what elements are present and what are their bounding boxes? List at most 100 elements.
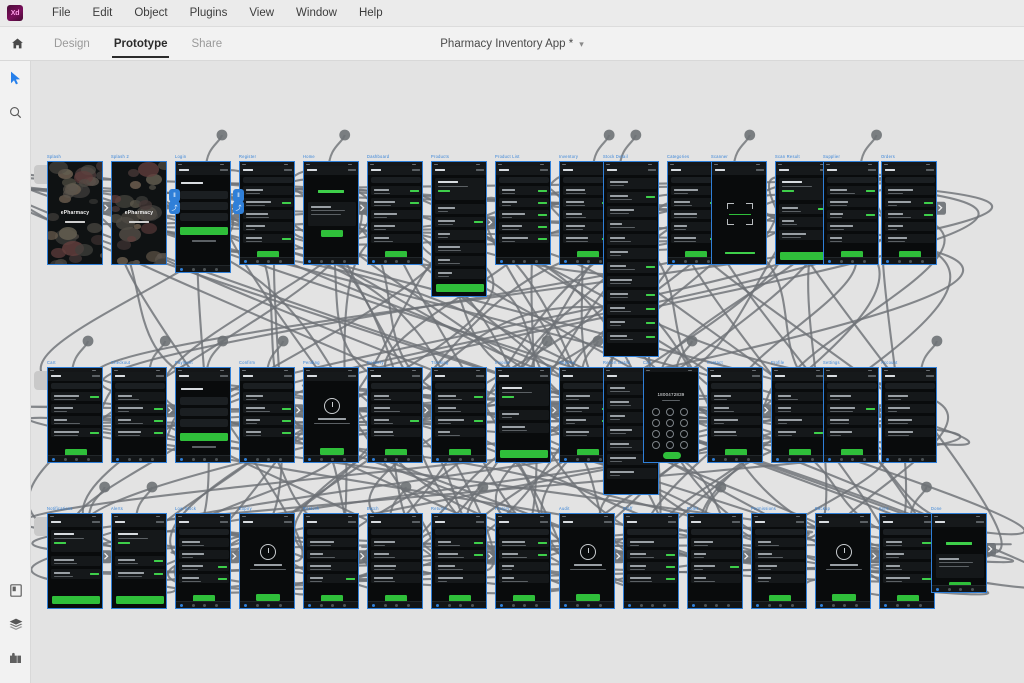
artboard-label[interactable]: Report Detail	[603, 360, 630, 366]
artboard[interactable]	[687, 513, 743, 609]
artboard-label[interactable]: Register	[239, 154, 256, 160]
menu-item-plugins[interactable]: Plugins	[179, 0, 239, 27]
artboard[interactable]	[771, 367, 827, 463]
artboard-label[interactable]: Alerts	[111, 506, 123, 512]
artboard[interactable]	[47, 513, 103, 609]
artboard[interactable]: ePharmacy	[111, 161, 167, 265]
artboard[interactable]	[623, 513, 679, 609]
artboard-label[interactable]: Scan Result	[775, 154, 800, 160]
artboard-label[interactable]: Settings	[823, 360, 840, 366]
artboard-label[interactable]: Contact	[707, 360, 723, 366]
artboard[interactable]	[559, 513, 615, 609]
tab-design[interactable]: Design	[42, 27, 102, 61]
assets-panel-button[interactable]	[0, 573, 31, 607]
artboard[interactable]	[303, 367, 359, 463]
chevron-down-icon[interactable]: ▾	[579, 39, 584, 50]
artboard[interactable]	[303, 161, 359, 265]
artboard-label[interactable]: Delivery	[367, 360, 384, 366]
prototype-canvas[interactable]: Splash ePharmacy Splash 2 ePharmacy Login Reg…	[31, 61, 1024, 683]
artboard[interactable]	[711, 161, 767, 265]
home-icon[interactable]	[0, 27, 34, 61]
layers-panel-button[interactable]	[0, 607, 31, 641]
artboard[interactable]	[111, 513, 167, 609]
artboard-label[interactable]: Staff	[623, 506, 633, 512]
artboard[interactable]	[495, 367, 551, 463]
artboard[interactable]	[751, 513, 807, 609]
artboard[interactable]	[823, 367, 879, 463]
artboard-label[interactable]: Roles	[687, 506, 699, 512]
artboard[interactable]	[431, 367, 487, 463]
plugins-panel-button[interactable]	[0, 641, 31, 675]
artboard-label[interactable]: Dashboard	[367, 154, 389, 160]
artboard-label[interactable]: Payment	[175, 360, 193, 366]
artboard-label[interactable]: Login	[175, 154, 186, 160]
menu-item-view[interactable]: View	[238, 0, 285, 27]
artboard[interactable]	[495, 513, 551, 609]
tab-prototype[interactable]: Prototype	[102, 27, 180, 61]
artboard[interactable]	[239, 513, 295, 609]
artboard-label[interactable]: Pending	[303, 360, 320, 366]
artboard-label[interactable]: Splash 2	[111, 154, 129, 160]
artboard[interactable]	[367, 513, 423, 609]
artboard[interactable]	[931, 513, 987, 593]
artboard-label[interactable]: Splash	[47, 154, 61, 160]
artboard-label[interactable]: Expiry	[239, 506, 252, 512]
artboard[interactable]	[431, 161, 487, 297]
artboard[interactable]: ePharmacy	[47, 161, 103, 265]
artboard-label[interactable]: Inventory	[559, 154, 578, 160]
artboard-label[interactable]: Permissions	[751, 506, 776, 512]
artboard[interactable]	[367, 367, 423, 463]
zoom-tool[interactable]	[0, 95, 31, 129]
artboard[interactable]	[879, 513, 935, 609]
artboard[interactable]	[495, 161, 551, 265]
artboard-label[interactable]: Categories	[667, 154, 689, 160]
artboard-label[interactable]: Sync	[879, 506, 889, 512]
artboard-label[interactable]: Scanner	[711, 154, 728, 160]
artboard-label[interactable]: Reports	[559, 360, 575, 366]
artboard[interactable]	[603, 161, 659, 357]
artboard[interactable]	[707, 367, 763, 463]
artboard-label[interactable]: Profile	[771, 360, 784, 366]
artboard[interactable]	[175, 513, 231, 609]
adobe-xd-logo-icon[interactable]: Xd	[7, 5, 23, 21]
artboard[interactable]	[881, 161, 937, 265]
artboard-label[interactable]: Batch	[367, 506, 379, 512]
splash-connector-badge[interactable]: ⤴	[169, 201, 180, 214]
artboard[interactable]	[303, 513, 359, 609]
artboard[interactable]	[239, 367, 295, 463]
artboard-label[interactable]: Account	[881, 360, 898, 366]
artboard-label[interactable]: Returns	[431, 506, 447, 512]
artboard-label[interactable]: Stock Detail	[603, 154, 628, 160]
artboard-label[interactable]: History	[495, 506, 510, 512]
menu-item-object[interactable]: Object	[123, 0, 178, 27]
splash-connector-badge[interactable]: ⤴	[233, 201, 244, 214]
menu-item-help[interactable]: Help	[348, 0, 394, 27]
artboard-label[interactable]: Cart	[47, 360, 56, 366]
artboard-label[interactable]: Tracking	[431, 360, 449, 366]
tab-share[interactable]: Share	[179, 27, 234, 61]
artboard[interactable]	[823, 161, 879, 265]
artboard[interactable]	[47, 367, 103, 463]
artboard[interactable]	[175, 161, 231, 273]
artboard-label[interactable]: Low Stock	[175, 506, 196, 512]
artboard-label[interactable]: Notifications	[47, 506, 73, 512]
menu-item-file[interactable]: File	[41, 0, 82, 27]
artboard[interactable]	[239, 161, 295, 265]
artboard-label[interactable]: Backup	[815, 506, 830, 512]
select-tool[interactable]	[0, 61, 31, 95]
artboard[interactable]	[111, 367, 167, 463]
artboard-label[interactable]: Home	[303, 154, 315, 160]
artboard[interactable]	[815, 513, 871, 609]
menu-item-window[interactable]: Window	[285, 0, 348, 27]
artboard[interactable]: 1800472839	[643, 367, 699, 463]
artboard-label[interactable]: Confirm	[239, 360, 255, 366]
artboard-label[interactable]: Done	[931, 506, 942, 512]
artboard-label[interactable]: Invoice	[495, 360, 510, 366]
menu-item-edit[interactable]: Edit	[82, 0, 124, 27]
artboard[interactable]	[431, 513, 487, 609]
artboard[interactable]	[367, 161, 423, 265]
artboard-label[interactable]: Supplier	[823, 154, 840, 160]
artboard-label[interactable]: Call	[643, 360, 651, 366]
artboard-label[interactable]: Checkout	[111, 360, 130, 366]
artboard-label[interactable]: Product List	[495, 154, 520, 160]
